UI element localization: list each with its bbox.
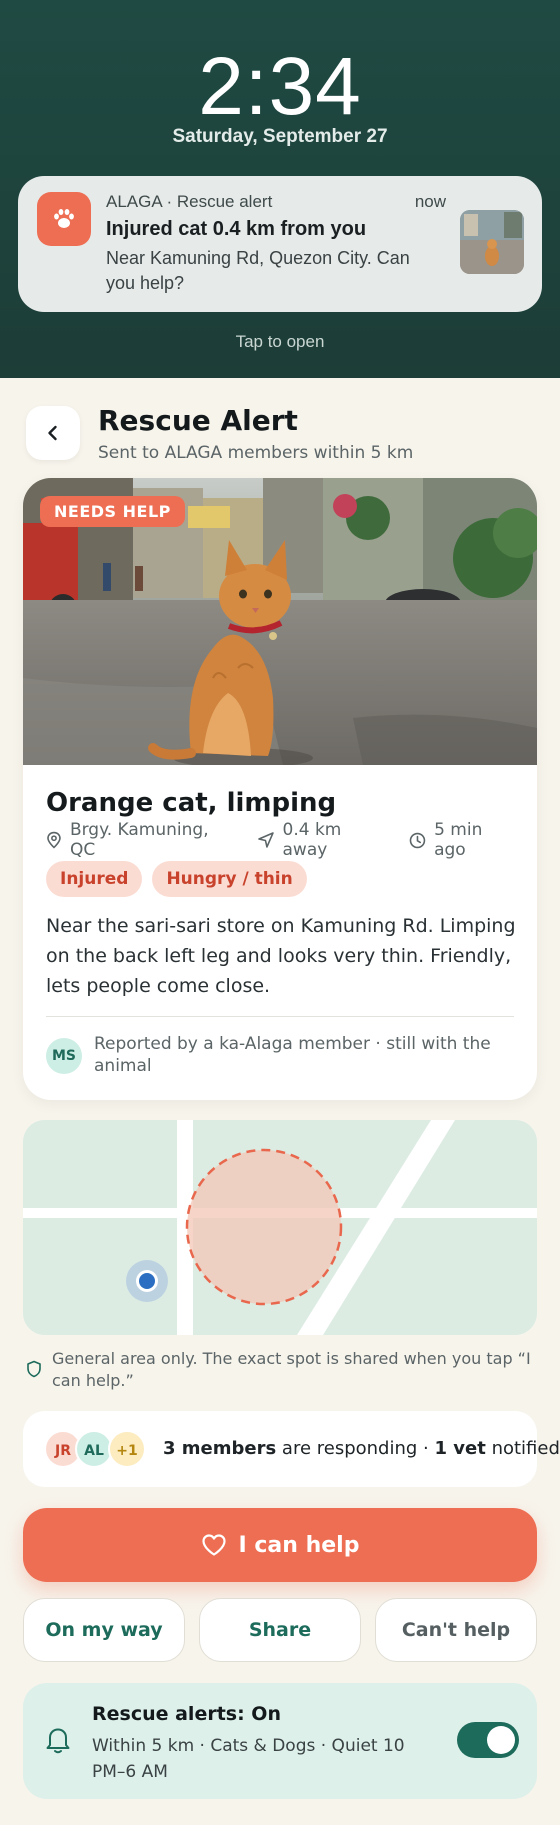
location-pin-icon: [47, 831, 61, 849]
alert-description: Near the sari-sari store on Kamuning Rd.…: [46, 915, 516, 997]
rescue-notification[interactable]: ALAGA · Rescue alert now Injured cat 0.4…: [18, 176, 542, 312]
needs-help-badge: NEEDS HELP: [40, 496, 185, 527]
notification-app-name: ALAGA · Rescue alert: [106, 192, 273, 211]
rescue-alerts-description: Within 5 km · Cats & Dogs · Quiet 10 PM–…: [92, 1736, 405, 1782]
members-suffix: are responding ·: [276, 1438, 435, 1459]
divider: [46, 1016, 514, 1017]
time-ago-text: 5 min ago: [434, 820, 483, 860]
navigation-arrow-icon: [257, 832, 274, 848]
i-can-help-label: I can help: [238, 1532, 360, 1558]
rescue-alerts-settings: Rescue alerts: On Within 5 km · Cats & D…: [23, 1683, 537, 1799]
notification-body: Near Kamuning Rd, Quezon City. Can you h…: [106, 248, 410, 293]
notification-thumbnail: [460, 210, 524, 274]
alert-card: NEEDS HELP Orange cat, limping Brgy. Kam…: [23, 478, 537, 1100]
alert-meta: Brgy. Kamuning, QC 0.4 km away 5 min ago: [46, 820, 537, 860]
i-can-help-button[interactable]: I can help: [23, 1508, 537, 1582]
toggle-knob: [487, 1726, 515, 1754]
reporter-text: Reported by a ka-Alaga member · still wi…: [94, 1034, 491, 1076]
tap-to-open-hint[interactable]: Tap to open: [0, 332, 560, 352]
cant-help-button[interactable]: Can't help: [375, 1598, 537, 1662]
lock-time: 2:34: [198, 41, 362, 132]
paw-icon: [37, 192, 91, 246]
distance-text: 0.4 km away: [282, 820, 342, 860]
area-map[interactable]: [23, 1120, 537, 1335]
rescue-alerts-title: Rescue alerts: On: [92, 1703, 281, 1725]
lock-screen: 2:34 Saturday, September 27 ALAGA · Resc…: [0, 0, 560, 378]
back-button[interactable]: [26, 406, 80, 460]
responder-more-avatar: +1: [108, 1430, 146, 1468]
vet-count: 1 vet: [434, 1438, 486, 1459]
location-text: Brgy. Kamuning, QC: [69, 820, 209, 860]
alert-title: Orange cat, limping: [46, 788, 337, 818]
notification-title: Injured cat 0.4 km from you: [106, 218, 367, 240]
lock-date: Saturday, September 27: [172, 126, 388, 147]
location-meta: Brgy. Kamuning, QC: [46, 820, 239, 860]
reporter-avatar: MS: [46, 1038, 82, 1074]
clock-icon: [409, 832, 426, 848]
vet-suffix: notified: [485, 1438, 560, 1459]
chevron-left-icon: [48, 425, 57, 441]
on-my-way-button[interactable]: On my way: [23, 1598, 185, 1662]
responders-text: 3 members are responding · 1 vet notifie…: [163, 1438, 560, 1459]
heart-icon: [201, 1534, 226, 1556]
responders-bar: JR AL +1 3 members are responding · 1 ve…: [23, 1411, 560, 1487]
bell-icon: [46, 1728, 70, 1754]
animal-photo: NEEDS HELP: [23, 478, 537, 765]
notification-time: now: [414, 192, 446, 211]
rescue-alerts-toggle[interactable]: [457, 1722, 519, 1758]
tag-injured: Injured: [46, 861, 143, 897]
shield-icon: [27, 1360, 41, 1378]
condition-tags: Injured Hungry / thin: [46, 861, 317, 897]
time-meta: 5 min ago: [409, 820, 519, 860]
tag-hungry: Hungry / thin: [152, 861, 307, 897]
page-subtitle: Sent to ALAGA members within 5 km: [98, 443, 414, 463]
distance-meta: 0.4 km away: [257, 820, 392, 860]
privacy-text: General area only. The exact spot is sha…: [52, 1349, 531, 1390]
privacy-note: General area only. The exact spot is sha…: [26, 1348, 536, 1392]
members-count: 3 members: [163, 1438, 277, 1459]
share-button[interactable]: Share: [199, 1598, 361, 1662]
page-title: Rescue Alert: [98, 404, 298, 437]
